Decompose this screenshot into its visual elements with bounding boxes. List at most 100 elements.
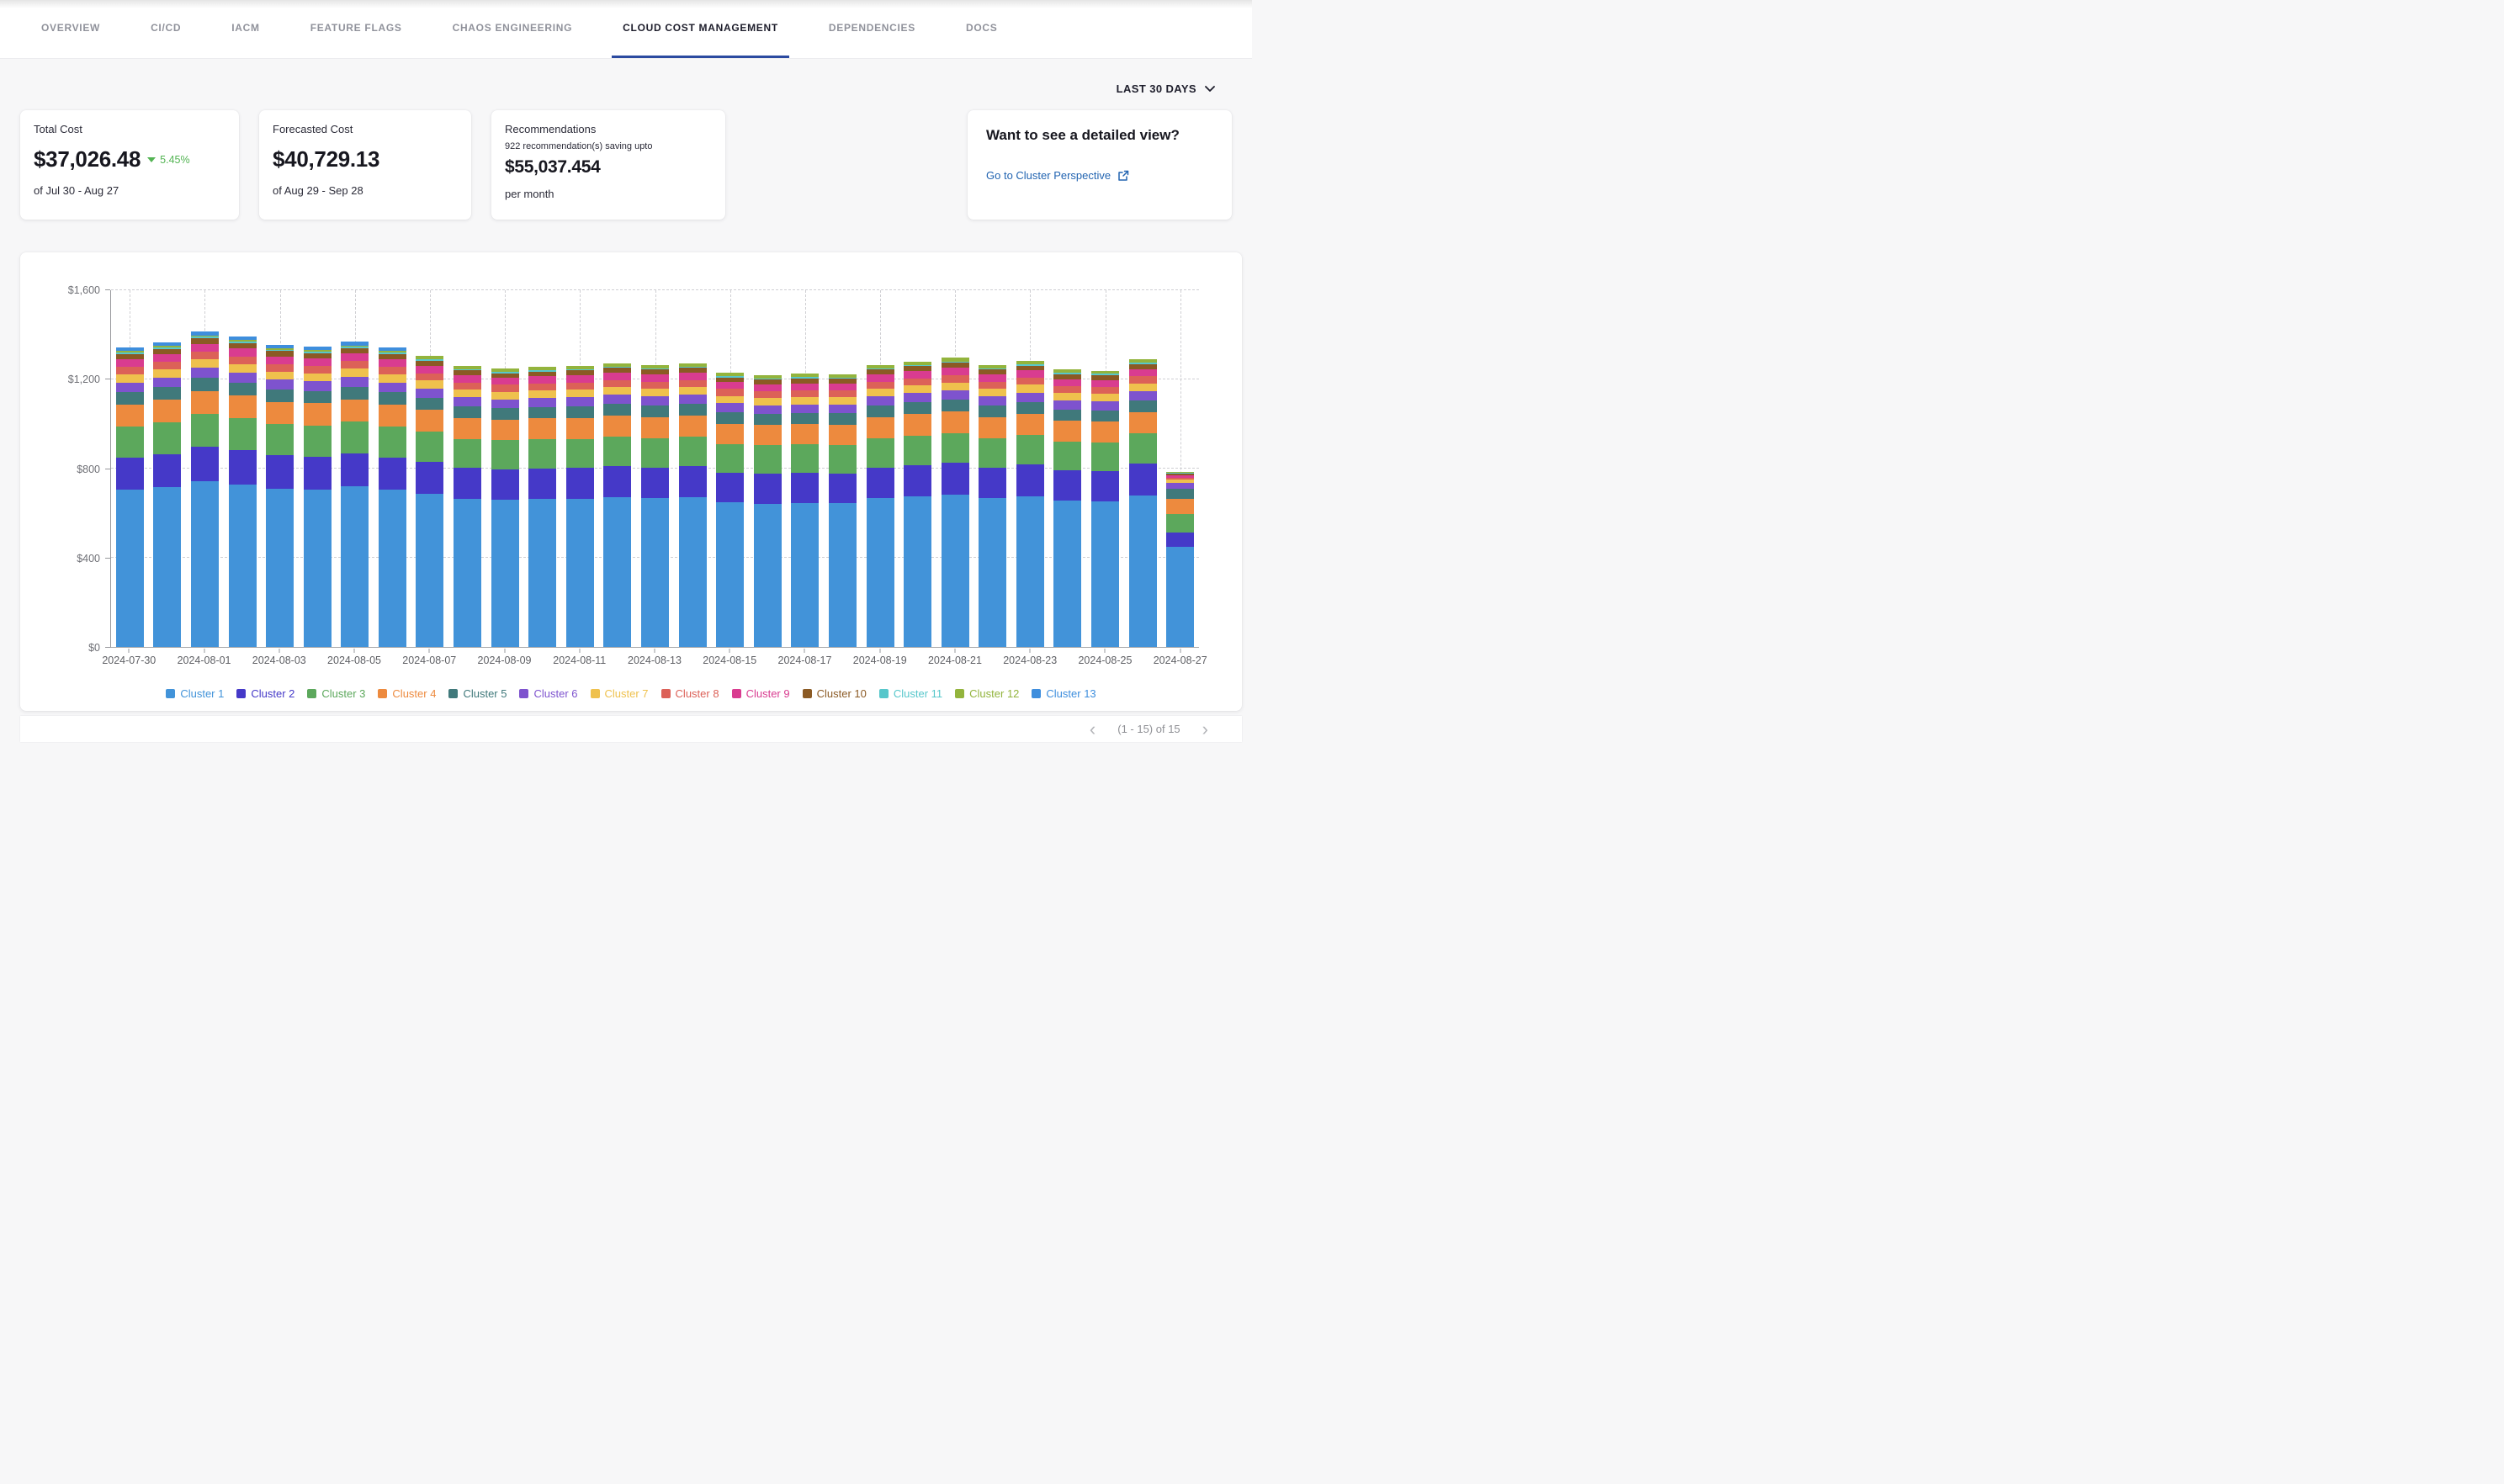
forecasted-cost-title: Forecasted Cost — [273, 123, 458, 135]
bar-segment-cluster-4 — [153, 400, 181, 422]
bar-segment-cluster-6 — [528, 398, 556, 407]
legend-item-cluster-9[interactable]: Cluster 9 — [732, 687, 790, 700]
legend-item-cluster-11[interactable]: Cluster 11 — [879, 687, 942, 700]
legend-swatch-icon — [378, 689, 387, 698]
bar-2024-08-05[interactable] — [341, 342, 369, 647]
tab-cloud-cost-management[interactable]: CLOUD COST MANAGEMENT — [612, 0, 789, 58]
bar-segment-cluster-4 — [1091, 421, 1119, 442]
bar-segment-cluster-5 — [942, 400, 969, 411]
time-range-dropdown[interactable]: LAST 30 DAYS — [1117, 82, 1215, 95]
tab-ci-cd[interactable]: CI/CD — [140, 0, 192, 58]
legend-item-cluster-12[interactable]: Cluster 12 — [955, 687, 1019, 700]
bar-2024-08-21[interactable] — [942, 358, 969, 647]
legend-item-cluster-6[interactable]: Cluster 6 — [519, 687, 577, 700]
bar-2024-08-12[interactable] — [603, 363, 631, 647]
bar-segment-cluster-4 — [942, 411, 969, 432]
legend-item-cluster-1[interactable]: Cluster 1 — [166, 687, 224, 700]
legend-item-cluster-3[interactable]: Cluster 3 — [307, 687, 365, 700]
legend-item-cluster-4[interactable]: Cluster 4 — [378, 687, 436, 700]
bar-2024-08-08[interactable] — [454, 366, 481, 647]
bar-segment-cluster-5 — [641, 405, 669, 417]
x-tick-label: 2024-08-07 — [402, 655, 456, 666]
bar-segment-cluster-6 — [1166, 483, 1194, 489]
bar-2024-08-23[interactable] — [1016, 361, 1044, 647]
bar-2024-08-14[interactable] — [679, 363, 707, 647]
bar-segment-cluster-2 — [454, 468, 481, 499]
legend-label: Cluster 12 — [969, 687, 1019, 700]
cluster-perspective-link[interactable]: Go to Cluster Perspective — [986, 169, 1213, 182]
bar-2024-08-22[interactable] — [979, 365, 1006, 647]
bar-segment-cluster-7 — [603, 387, 631, 395]
bar-segment-cluster-9 — [566, 375, 594, 382]
bar-2024-08-26[interactable] — [1129, 359, 1157, 647]
bar-segment-cluster-9 — [1129, 369, 1157, 376]
bar-2024-08-09[interactable] — [491, 368, 519, 647]
bar-segment-cluster-2 — [116, 458, 144, 490]
module-nav: OVERVIEW CI/CD IACM FEATURE FLAGS CHAOS ENGI… — [0, 0, 1252, 59]
bar-segment-cluster-7 — [979, 389, 1006, 396]
bar-segment-cluster-3 — [528, 439, 556, 469]
tab-docs[interactable]: DOCS — [955, 0, 1008, 58]
bar-2024-08-16[interactable] — [754, 374, 782, 647]
bar-2024-08-06[interactable] — [379, 347, 406, 647]
bar-2024-08-10[interactable] — [528, 367, 556, 647]
tab-iacm[interactable]: IACM — [220, 0, 270, 58]
legend-item-cluster-5[interactable]: Cluster 5 — [448, 687, 507, 700]
tab-feature-flags[interactable]: FEATURE FLAGS — [300, 0, 413, 58]
tab-overview[interactable]: OVERVIEW — [30, 0, 111, 58]
bar-segment-cluster-2 — [1053, 470, 1081, 501]
bar-segment-cluster-3 — [904, 436, 931, 466]
tab-chaos-engineering[interactable]: CHAOS ENGINEERING — [442, 0, 584, 58]
bar-2024-08-25[interactable] — [1091, 370, 1119, 647]
bar-2024-08-11[interactable] — [566, 366, 594, 647]
bar-2024-08-17[interactable] — [791, 374, 819, 647]
bar-2024-08-15[interactable] — [716, 373, 744, 647]
chevron-left-icon[interactable]: ‹ — [1090, 721, 1096, 738]
bar-segment-cluster-5 — [867, 405, 894, 417]
x-tick-label: 2024-08-19 — [853, 655, 907, 666]
bar-segment-cluster-4 — [341, 400, 369, 422]
bar-segment-cluster-6 — [1053, 400, 1081, 410]
bar-segment-cluster-1 — [116, 490, 144, 647]
bar-segment-cluster-9 — [1016, 370, 1044, 377]
x-tick-label: 2024-08-15 — [703, 655, 756, 666]
bar-segment-cluster-2 — [266, 455, 294, 488]
x-tick-label: 2024-08-25 — [1078, 655, 1132, 666]
bar-segment-cluster-7 — [566, 390, 594, 397]
legend-item-cluster-8[interactable]: Cluster 8 — [661, 687, 719, 700]
bar-2024-07-30[interactable] — [116, 347, 144, 647]
bar-segment-cluster-4 — [304, 403, 332, 425]
bar-segment-cluster-6 — [679, 395, 707, 404]
legend-item-cluster-13[interactable]: Cluster 13 — [1032, 687, 1096, 700]
bar-segment-cluster-5 — [904, 402, 931, 414]
bar-segment-cluster-4 — [904, 414, 931, 435]
bar-segment-cluster-4 — [454, 418, 481, 439]
bar-2024-08-19[interactable] — [867, 365, 894, 647]
bar-segment-cluster-1 — [641, 498, 669, 647]
bar-2024-08-27[interactable] — [1166, 472, 1194, 647]
legend-item-cluster-7[interactable]: Cluster 7 — [591, 687, 649, 700]
bar-segment-cluster-2 — [716, 473, 744, 503]
bar-segment-cluster-2 — [754, 474, 782, 504]
bar-2024-08-20[interactable] — [904, 362, 931, 647]
bar-segment-cluster-9 — [454, 375, 481, 382]
bar-segment-cluster-8 — [304, 366, 332, 374]
bar-segment-cluster-5 — [341, 387, 369, 400]
bar-segment-cluster-4 — [867, 417, 894, 438]
bar-2024-08-13[interactable] — [641, 365, 669, 647]
legend-item-cluster-2[interactable]: Cluster 2 — [236, 687, 294, 700]
legend-item-cluster-10[interactable]: Cluster 10 — [803, 687, 867, 700]
chevron-right-icon[interactable]: › — [1202, 721, 1208, 738]
bar-2024-08-01[interactable] — [191, 331, 219, 647]
tab-dependencies[interactable]: DEPENDENCIES — [818, 0, 926, 58]
bar-segment-cluster-4 — [1129, 412, 1157, 433]
bar-2024-08-03[interactable] — [266, 344, 294, 647]
bar-2024-08-18[interactable] — [829, 374, 857, 647]
bar-2024-08-02[interactable] — [229, 337, 257, 647]
bar-segment-cluster-3 — [454, 439, 481, 469]
bar-2024-07-31[interactable] — [153, 342, 181, 647]
bar-2024-08-04[interactable] — [304, 347, 332, 647]
bar-2024-08-07[interactable] — [416, 356, 443, 647]
bar-segment-cluster-2 — [791, 473, 819, 503]
bar-2024-08-24[interactable] — [1053, 369, 1081, 647]
